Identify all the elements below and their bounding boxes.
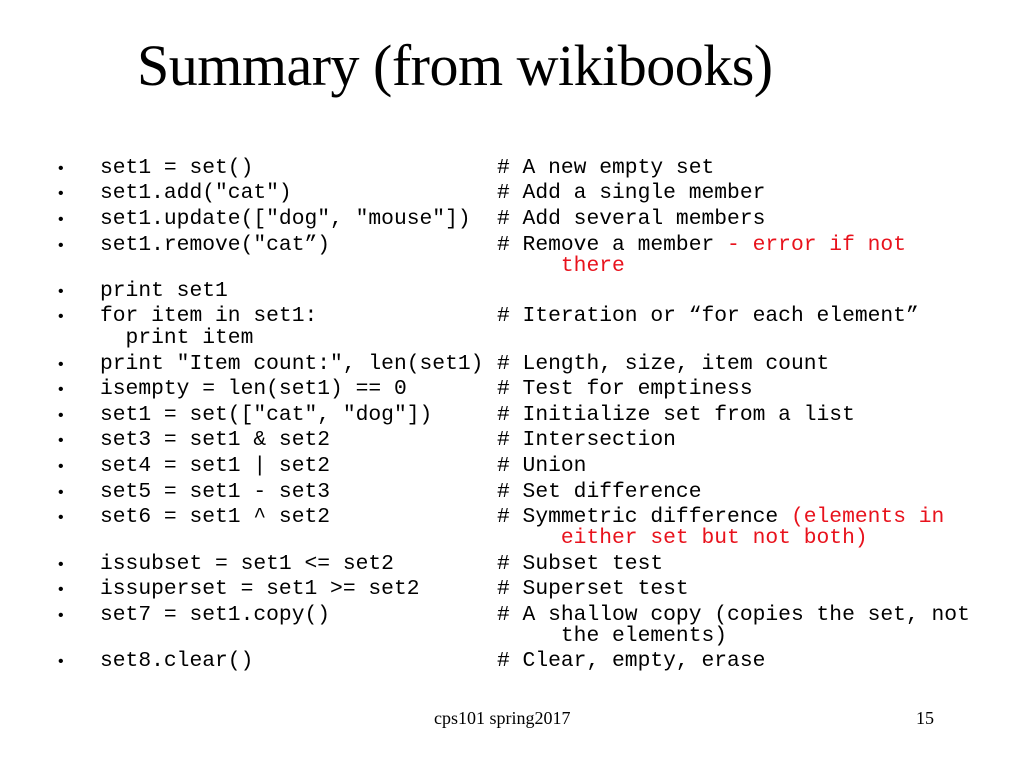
bullet-icon: •: [58, 509, 64, 526]
code-text: issubset = set1 <= set2: [100, 552, 394, 576]
comment-text: # Set difference: [497, 480, 702, 504]
summary-list: • set1 = set() # A new empty set • set1.…: [0, 0, 1024, 768]
bullet-icon: •: [58, 381, 64, 398]
comment-highlight: - error if not: [727, 233, 906, 257]
code-text: set6 = set1 ^ set2: [100, 505, 331, 529]
code-text: issuperset = set1 >= set2: [100, 577, 420, 601]
comment-continuation: either set but not both): [497, 526, 868, 550]
code-text: set3 = set1 & set2: [100, 428, 331, 452]
bullet-icon: •: [58, 356, 64, 373]
bullet-icon: •: [58, 581, 64, 598]
bullet-icon: •: [58, 458, 64, 475]
comment-text: # Union: [497, 454, 587, 478]
comment-text: # Superset test: [497, 577, 689, 601]
code-text: for item in set1:: [100, 304, 318, 328]
comment-text: # A shallow copy (copies the set, not: [497, 603, 970, 627]
bullet-icon: •: [58, 185, 64, 202]
comment-text: # Symmetric difference (elements in: [497, 506, 944, 528]
slide-number: 15: [916, 708, 934, 728]
code-text: set4 = set1 | set2: [100, 454, 331, 478]
bullet-icon: •: [58, 607, 64, 624]
comment-text: # Intersection: [497, 428, 676, 452]
comment-text: # Subset test: [497, 552, 664, 576]
comment-text: # A new empty set: [497, 156, 715, 180]
code-text: print "Item count:", len(set1): [100, 352, 484, 376]
code-text: set1.update(["dog", "mouse"]): [100, 207, 471, 231]
code-text: set1 = set(["cat", "dog"]): [100, 403, 433, 427]
comment-text: # Length, size, item count: [497, 352, 830, 376]
comment-text: # Initialize set from a list: [497, 403, 855, 427]
footer-course-label: cps101 spring2017: [434, 708, 571, 728]
code-text: set7 = set1.copy(): [100, 603, 331, 627]
comment-text: # Iteration or “for each element”: [497, 304, 919, 328]
code-text: set1 = set(): [100, 156, 254, 180]
bullet-icon: •: [58, 211, 64, 228]
bullet-icon: •: [58, 556, 64, 573]
comment-text: # Add a single member: [497, 181, 766, 205]
code-text: set5 = set1 - set3: [100, 480, 331, 504]
bullet-icon: •: [58, 432, 64, 449]
bullet-icon: •: [58, 484, 64, 501]
code-text: set1.add("cat"): [100, 181, 292, 205]
bullet-icon: •: [58, 407, 64, 424]
bullet-icon: •: [58, 160, 64, 177]
comment-continuation: there: [497, 254, 625, 278]
bullet-icon: •: [58, 308, 64, 325]
comment-continuation: the elements): [497, 624, 728, 648]
code-text: set8.clear(): [100, 649, 254, 673]
comment-text: # Remove a member - error if not: [497, 233, 906, 257]
comment-text: # Clear, empty, erase: [497, 649, 766, 673]
list-item: • set8.clear() # Clear, empty, erase: [0, 649, 1024, 756]
bullet-icon: •: [58, 283, 64, 300]
code-text: set1.remove("cat”): [100, 233, 331, 257]
code-text: isempty = len(set1) == 0: [100, 377, 407, 401]
code-continuation: print item: [100, 326, 254, 350]
bullet-icon: •: [58, 653, 64, 670]
bullet-icon: •: [58, 237, 64, 254]
comment-text: # Test for emptiness: [497, 377, 753, 401]
comment-text: # Add several members: [497, 207, 766, 231]
code-text: print set1: [100, 279, 228, 303]
